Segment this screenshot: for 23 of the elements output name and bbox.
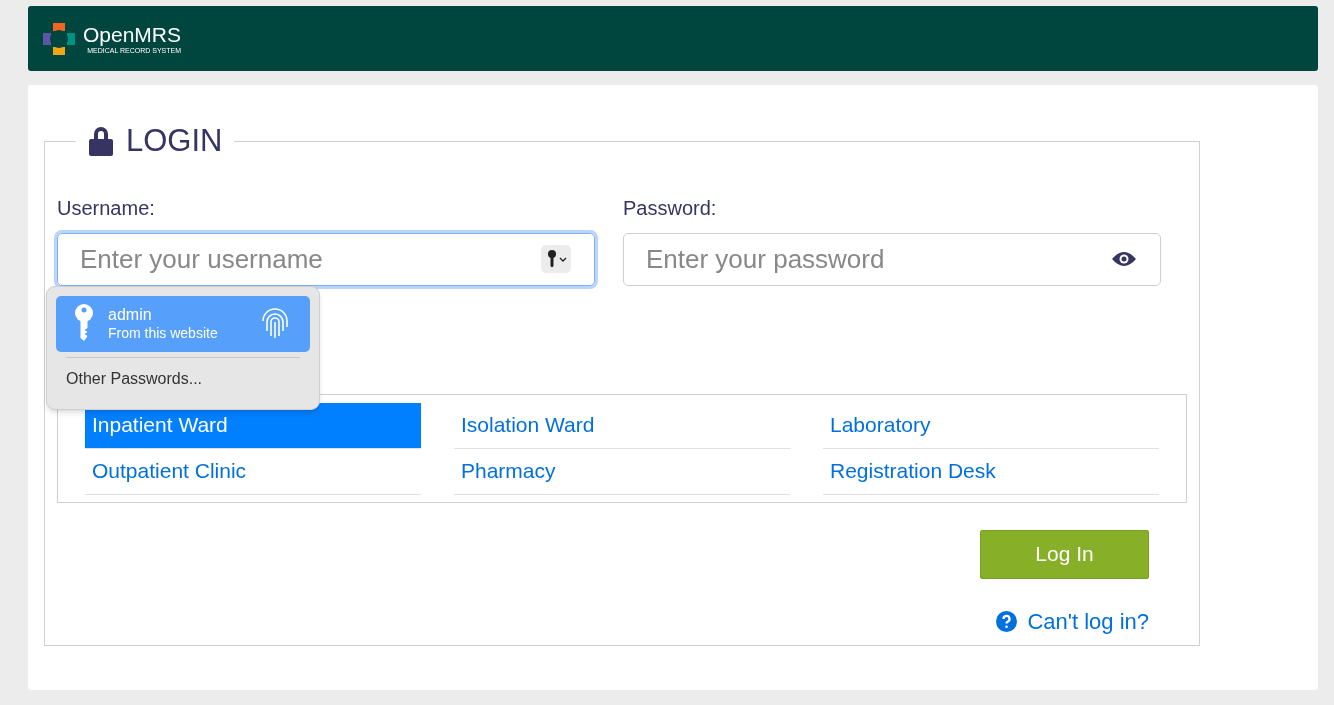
help-link[interactable]: Can't log in?	[996, 604, 1149, 638]
username-field[interactable]: Enter your username	[57, 232, 595, 286]
lock-icon	[88, 126, 114, 157]
field-label: Username:	[57, 195, 156, 221]
login-title: LOGIN	[126, 122, 223, 160]
other-passwords-option[interactable]: Other Passwords...	[56, 358, 310, 400]
location-option[interactable]: Registration Desk	[823, 448, 1159, 495]
location-option[interactable]: Laboratory	[823, 402, 1159, 449]
logo-text: OpenMRS	[83, 23, 182, 45]
location-option[interactable]: Outpatient Clinic	[85, 448, 421, 495]
key-dropdown-icon[interactable]	[541, 244, 571, 273]
password-field[interactable]: Enter your password	[623, 232, 1161, 286]
field-label: Password:	[623, 195, 718, 221]
location-option[interactable]: Isolation Ward	[454, 402, 790, 449]
saved-password-item[interactable]: admin From this website	[56, 296, 310, 352]
location-option[interactable]: Pharmacy	[454, 448, 790, 495]
saved-username: admin	[108, 305, 153, 326]
saved-source: From this website	[108, 325, 219, 343]
key-icon	[74, 304, 94, 344]
eye-icon[interactable]	[1111, 249, 1137, 268]
help-icon	[996, 610, 1018, 632]
login-button[interactable]: Log In	[980, 529, 1149, 579]
logo-icon	[41, 20, 77, 57]
